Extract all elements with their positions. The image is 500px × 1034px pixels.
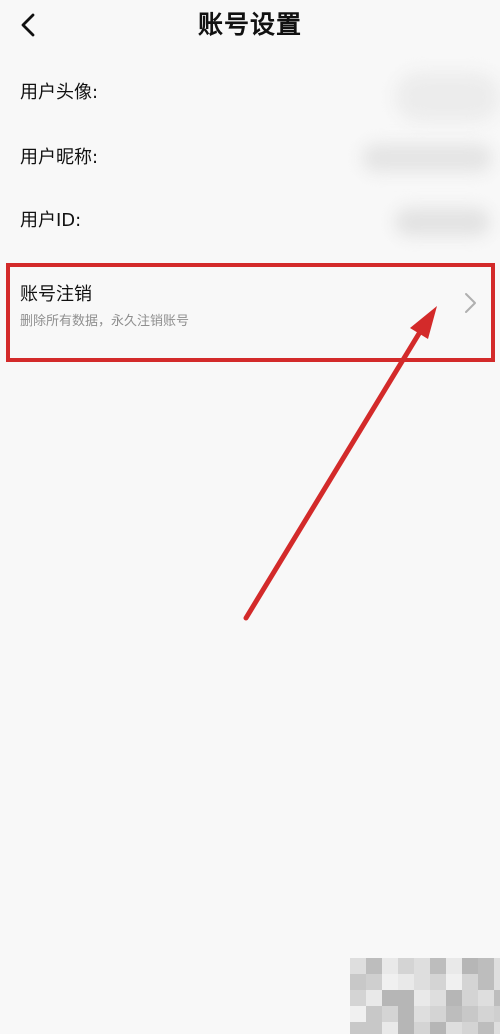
watermark-cell xyxy=(398,974,414,990)
watermark-cell xyxy=(462,974,478,990)
user-id-value xyxy=(395,208,490,236)
top-bar: 账号设置 xyxy=(0,0,500,50)
watermark-cell xyxy=(382,958,398,974)
watermark-cell xyxy=(430,990,446,1006)
watermark-cell xyxy=(414,958,430,974)
watermark-cell xyxy=(494,990,500,1006)
watermark-cell xyxy=(462,1006,478,1022)
watermark-cell xyxy=(446,958,462,974)
watermark-cell xyxy=(382,974,398,990)
watermark-cell xyxy=(478,974,494,990)
watermark-cell xyxy=(414,1022,430,1034)
watermark-cell xyxy=(430,1006,446,1022)
watermark-cell xyxy=(350,974,366,990)
watermark-cell xyxy=(350,1006,366,1022)
watermark-cell xyxy=(398,1006,414,1022)
watermark-cell xyxy=(366,1022,382,1034)
watermark-cell xyxy=(462,1022,478,1034)
highlight-box xyxy=(6,263,495,362)
watermark-cell xyxy=(382,1022,398,1034)
watermark-cell xyxy=(446,1022,462,1034)
watermark-cell xyxy=(366,990,382,1006)
watermark-cell xyxy=(398,1022,414,1034)
watermark-cell xyxy=(478,958,494,974)
avatar-row[interactable]: 用户头像: xyxy=(0,62,500,122)
watermark-cell xyxy=(494,1006,500,1022)
watermark-cell xyxy=(430,974,446,990)
user-id-label: 用户ID: xyxy=(20,210,82,231)
watermark-cell xyxy=(366,958,382,974)
watermark-cell xyxy=(414,974,430,990)
watermark-cell xyxy=(414,990,430,1006)
watermark-cell xyxy=(478,1022,494,1034)
watermark-cell xyxy=(350,1022,366,1034)
watermark-cell xyxy=(430,958,446,974)
watermark-cell xyxy=(398,990,414,1006)
watermark-cell xyxy=(494,974,500,990)
avatar-label: 用户头像: xyxy=(20,82,99,103)
watermark-cell xyxy=(446,1006,462,1022)
watermark-cell xyxy=(462,958,478,974)
watermark-cell xyxy=(446,990,462,1006)
watermark-cell xyxy=(366,974,382,990)
watermark-cell xyxy=(398,958,414,974)
page-title: 账号设置 xyxy=(197,10,302,39)
nickname-value xyxy=(362,144,492,172)
watermark-cell xyxy=(350,958,366,974)
watermark-cell xyxy=(350,990,366,1006)
watermark-cell xyxy=(494,1022,500,1034)
watermark-cell xyxy=(462,990,478,1006)
nickname-label: 用户昵称: xyxy=(20,147,99,168)
nickname-row[interactable]: 用户昵称: xyxy=(0,126,500,186)
watermark-cell xyxy=(494,958,500,974)
watermark-pixelated xyxy=(350,958,500,1034)
watermark-cell xyxy=(446,974,462,990)
watermark-cell xyxy=(366,1006,382,1022)
user-id-row[interactable]: 用户ID: xyxy=(0,190,500,250)
watermark-cell xyxy=(382,990,398,1006)
watermark-cell xyxy=(430,1022,446,1034)
watermark-cell xyxy=(382,1006,398,1022)
watermark-cell xyxy=(478,1006,494,1022)
watermark-cell xyxy=(478,990,494,1006)
avatar-image xyxy=(395,72,500,122)
watermark-cell xyxy=(414,1006,430,1022)
